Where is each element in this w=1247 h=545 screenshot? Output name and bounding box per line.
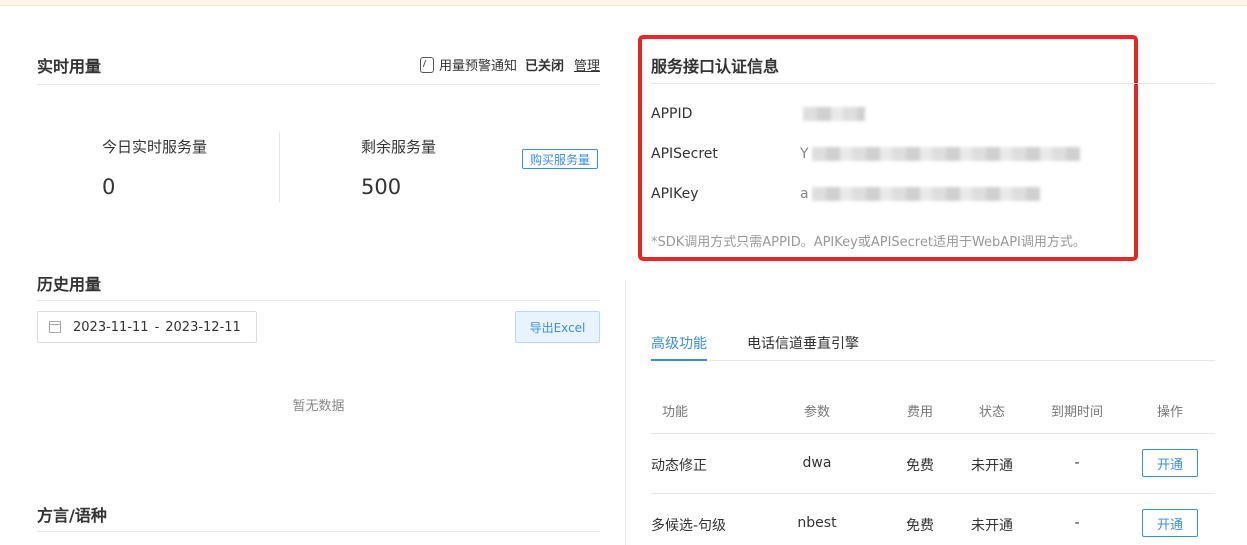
export-excel-button[interactable]: 导出Excel — [515, 311, 600, 343]
row2-fee: 免费 — [906, 518, 934, 534]
apisecret-prefix: Y — [800, 146, 809, 162]
row2-feature: 多候选-句级 — [651, 518, 727, 534]
buy-service-button[interactable]: 购买服务量 — [522, 149, 598, 169]
header-fee: 费用 — [906, 405, 933, 420]
credentials-divider — [651, 83, 1215, 84]
header-expiry: 到期时间 — [1050, 405, 1103, 420]
stat-vertical-divider — [279, 132, 280, 202]
usage-alert-row: 用量预警通知 已关闭 管理 — [419, 55, 600, 74]
realtime-divider — [37, 84, 600, 85]
row1-feature: 动态修正 — [651, 458, 707, 474]
credentials-title: 服务接口认证信息 — [651, 57, 780, 76]
header-param: 参数 — [803, 405, 830, 420]
remaining-usage-label: 剩余服务量 — [361, 138, 437, 156]
date-separator: - — [154, 319, 160, 335]
header-feature: 功能 — [661, 405, 688, 420]
today-usage-label: 今日实时服务量 — [102, 138, 208, 156]
row2-expiry: - — [1074, 515, 1080, 531]
date-range-picker[interactable]: 2023-11-11 - 2023-12-11 — [37, 311, 257, 343]
history-divider — [37, 300, 600, 301]
active-tab-indicator — [651, 359, 707, 361]
appid-label: APPID — [651, 106, 693, 122]
date-end: 2023-12-11 — [165, 319, 241, 335]
apikey-label: APIKey — [651, 186, 699, 202]
row2-status: 未开通 — [971, 518, 1013, 534]
history-usage-title: 历史用量 — [37, 275, 102, 294]
realtime-usage-title: 实时用量 — [37, 57, 102, 76]
header-status: 状态 — [978, 405, 1005, 420]
dialect-title: 方言/语种 — [37, 506, 107, 525]
empty-state-text: 暂无数据 — [292, 399, 345, 414]
apisecret-value-blurred — [812, 147, 1080, 161]
column-divider — [625, 280, 626, 545]
row1-fee: 免费 — [906, 458, 934, 474]
apikey-prefix: a — [800, 186, 809, 202]
today-usage-value: 0 — [102, 175, 116, 199]
row2-open-button[interactable]: 开通 — [1142, 509, 1198, 537]
apikey-value-blurred — [812, 187, 1040, 201]
appid-value-blurred — [803, 107, 865, 121]
table-row-divider — [651, 493, 1215, 494]
table-header-divider — [651, 433, 1215, 434]
top-notice-strip — [0, 0, 1247, 6]
row1-open-button[interactable]: 开通 — [1142, 449, 1198, 477]
header-action: 操作 — [1156, 405, 1183, 420]
remaining-usage-value: 500 — [361, 175, 402, 199]
tab-advanced-features[interactable]: 高级功能 — [651, 333, 707, 353]
date-start: 2023-11-11 — [73, 319, 149, 335]
credentials-note: *SDK调用方式只需APPID。APIKey或APISecret适用于WebAP… — [651, 235, 1086, 250]
apisecret-label: APISecret — [651, 146, 718, 162]
usage-alert-label[interactable]: 用量预警通知 — [439, 55, 517, 74]
manage-link[interactable]: 管理 — [574, 55, 600, 74]
tabs-divider — [651, 360, 1215, 361]
dialect-divider — [37, 531, 600, 532]
row1-status: 未开通 — [971, 458, 1013, 474]
row1-expiry: - — [1074, 455, 1080, 471]
row2-param: nbest — [797, 515, 837, 531]
tab-telephone-engine[interactable]: 电话信道垂直引擎 — [747, 333, 859, 353]
calendar-icon — [49, 321, 61, 333]
alert-bell-icon — [419, 56, 434, 73]
usage-alert-status: 已关闭 — [524, 59, 564, 74]
row1-param: dwa — [802, 455, 832, 471]
